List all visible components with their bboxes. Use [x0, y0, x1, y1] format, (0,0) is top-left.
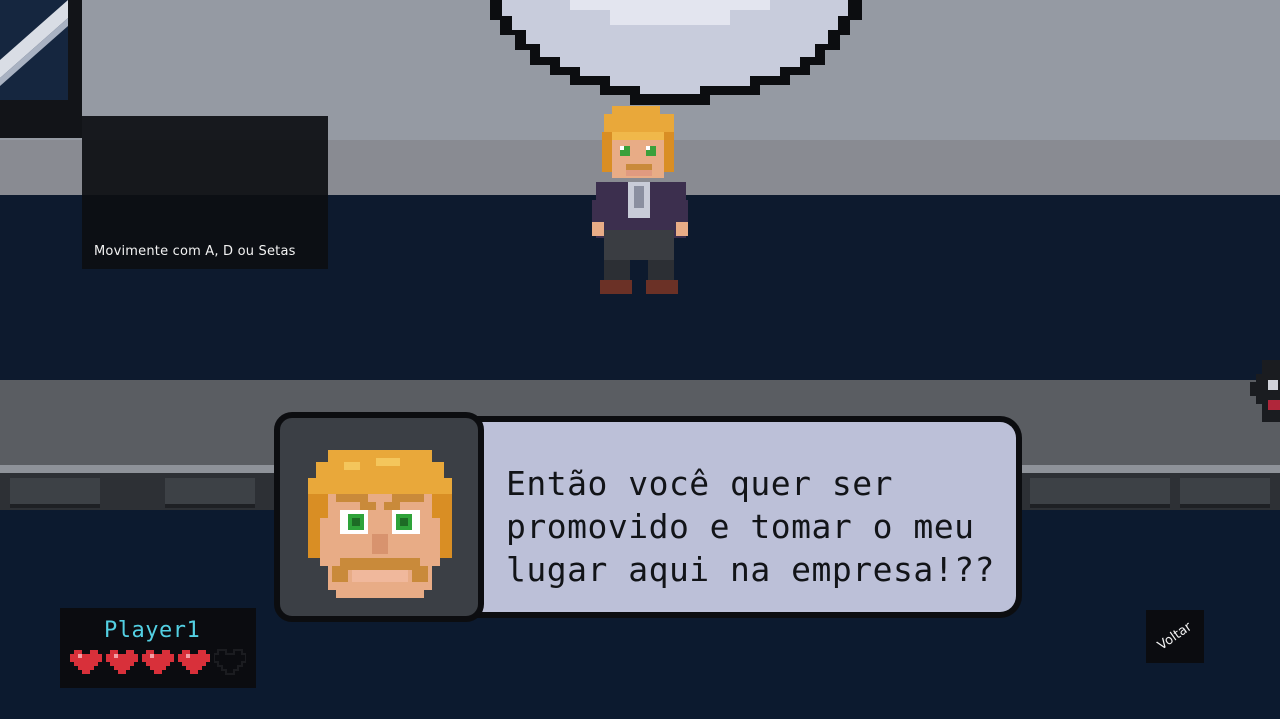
tutorial-panel: Movimente com A, D ou Setas	[82, 116, 328, 269]
dialog-portrait-frame	[274, 412, 484, 622]
trim-block	[10, 478, 100, 508]
trim-block	[1180, 478, 1270, 508]
back-button-label: Voltar	[1155, 619, 1195, 654]
player-name: Player1	[104, 618, 201, 643]
door-handle-object	[1250, 360, 1280, 422]
heart-icon	[106, 650, 138, 674]
dialog-line: lugar aqui na empresa!??	[506, 550, 995, 589]
heart-icon	[70, 650, 102, 674]
dialog-text-panel: Então você quer ser promovido e tomar o …	[470, 416, 1022, 618]
heart-icon	[214, 648, 246, 676]
heart-icon	[142, 650, 174, 674]
dialog-text: Então você quer ser promovido e tomar o …	[506, 462, 1016, 591]
wall-window	[0, 0, 68, 100]
dialog-line: promovido e tomar o meu	[506, 507, 975, 546]
trim-block	[165, 478, 255, 508]
health-hearts	[70, 646, 246, 680]
trim-block	[1030, 478, 1120, 508]
back-button[interactable]: Voltar	[1146, 610, 1204, 663]
dialog-line: Então você quer ser	[506, 464, 893, 503]
boss-portrait-icon	[308, 450, 452, 598]
tutorial-text: Movimente com A, D ou Setas	[94, 244, 296, 259]
boss-character-sprite	[590, 104, 690, 296]
heart-icon	[178, 650, 210, 674]
player-status-panel: Player1	[60, 608, 256, 688]
dialog-box[interactable]: Então você quer ser promovido e tomar o …	[274, 412, 1026, 622]
